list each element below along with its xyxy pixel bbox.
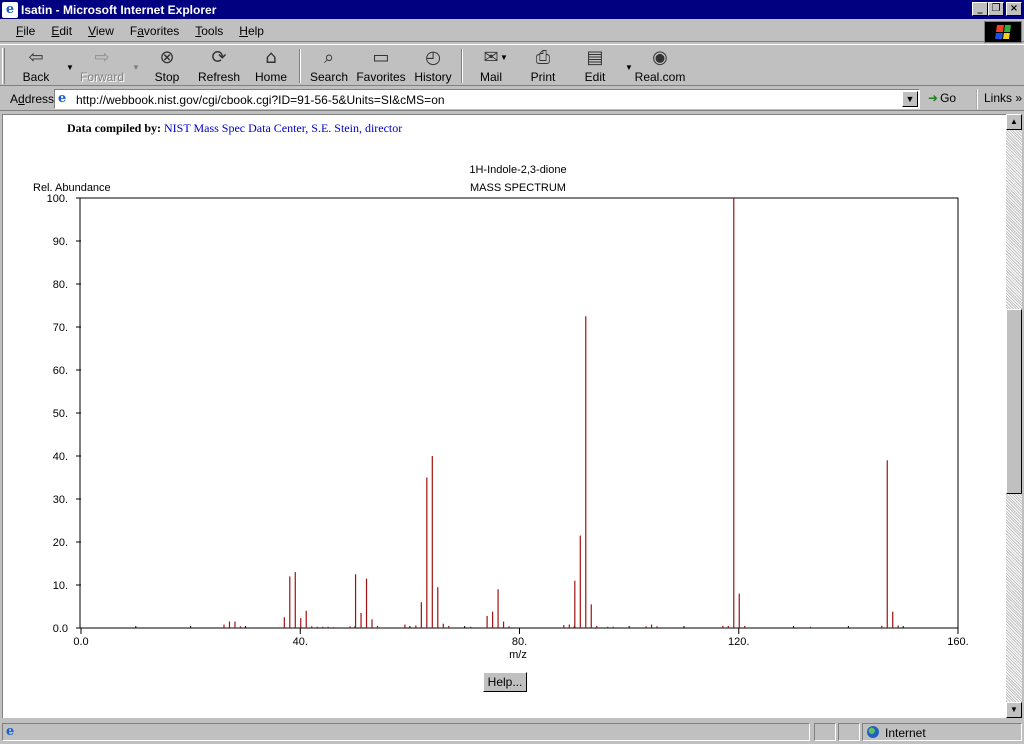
page-ie-icon: e bbox=[58, 91, 67, 106]
y-tick-label: 50. bbox=[53, 408, 68, 420]
menu-favorites[interactable]: Favorites bbox=[122, 24, 187, 38]
edit-document-icon: ▤ bbox=[586, 47, 604, 68]
vertical-scrollbar[interactable]: ▲ ▼ bbox=[1006, 114, 1022, 718]
mail-dropdown-icon[interactable]: ▼ bbox=[500, 53, 508, 62]
y-tick-label: 60. bbox=[53, 365, 68, 377]
scroll-thumb[interactable] bbox=[1006, 309, 1022, 494]
scroll-down-button[interactable]: ▼ bbox=[1006, 702, 1022, 718]
x-tick-label: 80. bbox=[512, 636, 527, 648]
address-dropdown-button[interactable]: ▼ bbox=[902, 91, 918, 107]
menu-help[interactable]: Help bbox=[231, 24, 272, 38]
menu-file[interactable]: File bbox=[8, 24, 43, 38]
search-button[interactable]: ⌕ Search bbox=[301, 47, 357, 85]
refresh-button[interactable]: ⟳ Refresh bbox=[191, 47, 247, 85]
y-tick-label: 0.0 bbox=[53, 623, 68, 635]
menu-edit[interactable]: Edit bbox=[43, 24, 80, 38]
x-tick-label: 40. bbox=[293, 636, 308, 648]
y-tick-label: 100. bbox=[47, 193, 68, 205]
x-tick-label: 120. bbox=[728, 636, 749, 648]
status-pane-progress bbox=[814, 723, 836, 741]
help-button[interactable]: Help... bbox=[483, 672, 527, 692]
realcom-icon: ◉ bbox=[652, 47, 668, 68]
x-axis-ticks: 0.0 40. 80. 120. 160. bbox=[73, 628, 969, 648]
x-tick-label: 0.0 bbox=[73, 636, 88, 648]
forward-button[interactable]: ⇨ Forward bbox=[74, 47, 130, 85]
browser-window: e Isatin - Microsoft Internet Explorer _… bbox=[0, 0, 1024, 744]
page-status-icon: e bbox=[6, 724, 15, 739]
globe-icon bbox=[867, 726, 879, 738]
back-button[interactable]: ⇦ Back bbox=[8, 47, 64, 85]
mail-icon: ✉ bbox=[483, 47, 499, 68]
history-button[interactable]: ◴ History bbox=[405, 47, 461, 85]
history-icon: ◴ bbox=[425, 47, 441, 68]
x-axis-label: m/z bbox=[509, 649, 527, 661]
print-button[interactable]: ⎙ Print bbox=[515, 47, 571, 85]
stop-icon: ⊗ bbox=[159, 47, 175, 68]
page-content: Data compiled by: NIST Mass Spec Data Ce… bbox=[2, 114, 1006, 718]
y-tick-label: 70. bbox=[53, 322, 68, 334]
address-url[interactable]: http://webbook.nist.gov/cgi/cbook.cgi?ID… bbox=[76, 93, 445, 107]
menu-tools[interactable]: Tools bbox=[187, 24, 231, 38]
links-button[interactable]: Links » bbox=[976, 89, 1022, 109]
y-tick-label: 90. bbox=[53, 236, 68, 248]
data-compiled-by: Data compiled by: NIST Mass Spec Data Ce… bbox=[67, 121, 402, 136]
minimize-button[interactable]: _ bbox=[972, 2, 988, 16]
windows-logo-icon bbox=[984, 21, 1022, 43]
printer-icon: ⎙ bbox=[535, 47, 551, 68]
menu-bar: File Edit View Favorites Tools Help bbox=[0, 20, 1024, 42]
go-button[interactable]: ➜ Go bbox=[928, 91, 956, 105]
window-title: Isatin - Microsoft Internet Explorer bbox=[21, 2, 217, 17]
back-dropdown-icon[interactable]: ▼ bbox=[66, 63, 74, 72]
title-bar: e Isatin - Microsoft Internet Explorer _… bbox=[0, 0, 1024, 19]
compiled-by-label: Data compiled by: bbox=[67, 121, 161, 135]
status-bar: e Internet bbox=[0, 720, 1024, 744]
y-tick-label: 30. bbox=[53, 494, 68, 506]
favorites-folder-icon: ▭ bbox=[372, 47, 390, 68]
mail-button[interactable]: ✉ Mail bbox=[463, 47, 519, 85]
forward-arrow-icon: ⇨ bbox=[94, 47, 110, 68]
window-controls: _ ❐ × bbox=[972, 2, 1022, 16]
search-icon: ⌕ bbox=[323, 47, 335, 68]
y-axis-ticks: 0.0 10. 20. 30. 40. 50. 60. 70. 80. 90. 100. bbox=[47, 193, 81, 635]
home-button[interactable]: ⌂ Home bbox=[243, 47, 299, 85]
plot-frame bbox=[79, 197, 959, 629]
address-input[interactable]: e http://webbook.nist.gov/cgi/cbook.cgi?… bbox=[54, 89, 920, 109]
maximize-button[interactable]: ❐ bbox=[988, 2, 1004, 16]
toolbar-grip[interactable] bbox=[2, 48, 5, 84]
status-text-pane: e bbox=[2, 723, 810, 741]
home-icon: ⌂ bbox=[265, 47, 277, 68]
go-arrow-icon: ➜ bbox=[928, 91, 939, 105]
realcom-button[interactable]: ◉ Real.com bbox=[632, 47, 688, 85]
refresh-icon: ⟳ bbox=[211, 47, 227, 68]
y-tick-label: 80. bbox=[53, 279, 68, 291]
security-zone-label: Internet bbox=[885, 726, 926, 740]
x-tick-label: 160. bbox=[947, 636, 968, 648]
back-arrow-icon: ⇦ bbox=[28, 47, 44, 68]
ie-icon[interactable]: e bbox=[2, 1, 18, 18]
y-tick-label: 10. bbox=[53, 580, 68, 592]
address-bar: Address e http://webbook.nist.gov/cgi/cb… bbox=[0, 87, 1024, 111]
mass-spectrum-chart: 1H-Indole-2,3-dione MASS SPECTRUM Rel. A… bbox=[33, 164, 969, 661]
stop-button[interactable]: ⊗ Stop bbox=[139, 47, 195, 85]
compiled-by-link[interactable]: NIST Mass Spec Data Center, S.E. Stein, … bbox=[164, 121, 402, 135]
y-tick-label: 20. bbox=[53, 537, 68, 549]
favorites-button[interactable]: ▭ Favorites bbox=[353, 47, 409, 85]
y-tick-label: 40. bbox=[53, 451, 68, 463]
security-zone-pane: Internet bbox=[862, 723, 1022, 741]
address-label: Address bbox=[10, 92, 55, 106]
status-pane-secure bbox=[838, 723, 860, 741]
chart-subtitle: MASS SPECTRUM bbox=[470, 182, 566, 194]
spectrum-peaks bbox=[223, 198, 899, 628]
y-axis-label: Rel. Abundance bbox=[33, 182, 111, 194]
edit-button[interactable]: ▤ Edit bbox=[567, 47, 623, 85]
menu-view[interactable]: View bbox=[80, 24, 122, 38]
scroll-up-button[interactable]: ▲ bbox=[1006, 114, 1022, 130]
chart-title: 1H-Indole-2,3-dione bbox=[469, 164, 566, 176]
close-button[interactable]: × bbox=[1006, 2, 1022, 16]
standard-toolbar: ⇦ Back ▼ ⇨ Forward ▼ ⊗ Stop ⟳ Refresh ⌂ … bbox=[0, 44, 1024, 86]
